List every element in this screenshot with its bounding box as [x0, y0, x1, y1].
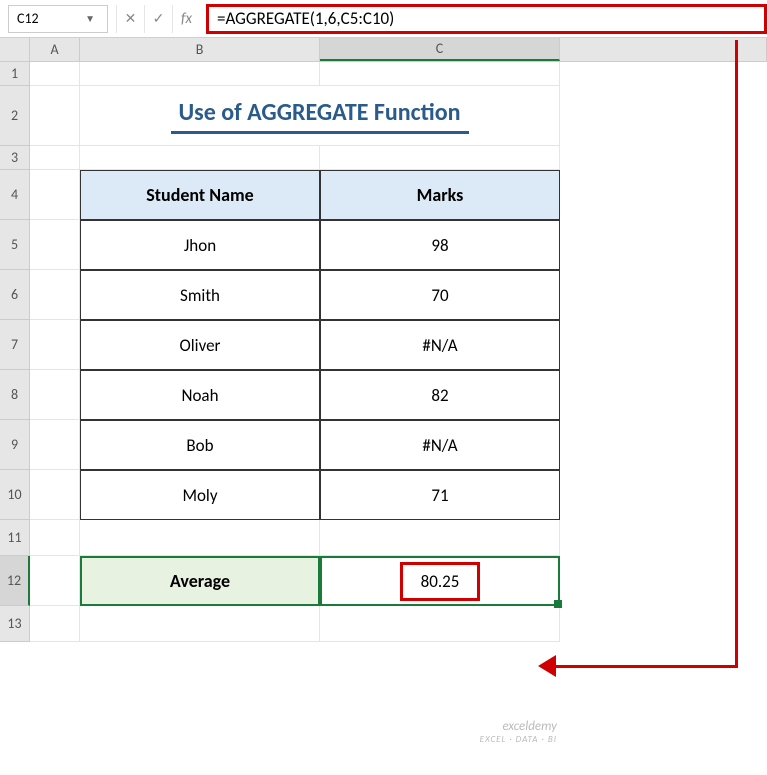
cell-A8[interactable] [30, 370, 80, 420]
row-4: 4 Student Name Marks [0, 170, 767, 220]
cell-A2[interactable] [30, 86, 80, 146]
row-9: 9 Bob #N/A [0, 420, 767, 470]
annotation-arrow-horizontal [550, 665, 738, 668]
cell-A7[interactable] [30, 320, 80, 370]
row-6: 6 Smith 70 [0, 270, 767, 320]
row-header-5[interactable]: 5 [0, 220, 30, 270]
row-10: 10 Moly 71 [0, 470, 767, 520]
row-header-4[interactable]: 4 [0, 170, 30, 220]
enter-icon[interactable]: ✓ [144, 5, 172, 33]
fill-handle[interactable] [554, 600, 562, 608]
cell-C11[interactable] [320, 520, 560, 556]
watermark-brand: exceldemy [480, 719, 557, 734]
row-header-10[interactable]: 10 [0, 470, 30, 520]
row-header-1[interactable]: 1 [0, 62, 30, 86]
column-headers: A B C [0, 38, 767, 62]
row-header-12[interactable]: 12 [0, 556, 30, 606]
cell-B13[interactable] [80, 606, 320, 642]
col-header-C[interactable]: C [320, 38, 560, 61]
row-header-11[interactable]: 11 [0, 520, 30, 556]
average-value: 80.25 [400, 562, 481, 601]
table-row[interactable]: #N/A [320, 420, 560, 470]
average-cell[interactable]: 80.25 [320, 556, 560, 606]
cell-C3[interactable] [320, 146, 560, 170]
chevron-down-icon[interactable]: ▼ [85, 12, 99, 25]
header-marks[interactable]: Marks [320, 170, 560, 220]
header-student-name[interactable]: Student Name [80, 170, 320, 220]
row-12: 12 Average 80.25 [0, 556, 767, 606]
cell-A3[interactable] [30, 146, 80, 170]
cell-B11[interactable] [80, 520, 320, 556]
cell-A1[interactable] [30, 62, 80, 86]
cell-A5[interactable] [30, 220, 80, 270]
table-row[interactable]: 70 [320, 270, 560, 320]
name-box-value: C12 [17, 10, 39, 27]
name-box[interactable]: C12 ▼ [8, 5, 108, 33]
formula-bar-icons: ✕ ✓ fx [116, 5, 200, 33]
formula-bar: C12 ▼ ✕ ✓ fx =AGGREGATE(1,6,C5:C10) [0, 0, 767, 38]
table-row[interactable]: #N/A [320, 320, 560, 370]
table-row[interactable]: Noah [80, 370, 320, 420]
row-header-8[interactable]: 8 [0, 370, 30, 420]
col-header-B[interactable]: B [80, 38, 320, 61]
row-3: 3 [0, 146, 767, 170]
page-title: Use of AGGREGATE Function [171, 98, 469, 134]
row-header-2[interactable]: 2 [0, 86, 30, 146]
row-header-6[interactable]: 6 [0, 270, 30, 320]
cell-A13[interactable] [30, 606, 80, 642]
watermark-tagline: EXCEL · DATA · BI [480, 734, 557, 745]
row-2: 2 Use of AGGREGATE Function [0, 86, 767, 146]
cell-A12[interactable] [30, 556, 80, 606]
average-label[interactable]: Average [80, 556, 320, 606]
annotation-arrow-vertical [735, 40, 738, 668]
table-row[interactable]: 82 [320, 370, 560, 420]
fx-icon[interactable]: fx [172, 5, 200, 33]
row-5: 5 Jhon 98 [0, 220, 767, 270]
table-row[interactable]: Oliver [80, 320, 320, 370]
col-header-A[interactable]: A [30, 38, 80, 61]
row-header-9[interactable]: 9 [0, 420, 30, 470]
row-header-7[interactable]: 7 [0, 320, 30, 370]
annotation-arrow-head-icon [538, 655, 556, 677]
spreadsheet-grid: A B C 1 2 Use of AGGREGATE Function 3 4 … [0, 38, 767, 642]
row-header-13[interactable]: 13 [0, 606, 30, 642]
formula-input[interactable]: =AGGREGATE(1,6,C5:C10) [206, 4, 767, 34]
cell-A9[interactable] [30, 420, 80, 470]
formula-text: =AGGREGATE(1,6,C5:C10) [217, 8, 394, 29]
watermark: exceldemy EXCEL · DATA · BI [480, 719, 557, 745]
select-all-corner[interactable] [0, 38, 30, 61]
cell-B1[interactable] [80, 62, 320, 86]
table-row[interactable]: Bob [80, 420, 320, 470]
row-header-3[interactable]: 3 [0, 146, 30, 170]
row-13: 13 [0, 606, 767, 642]
cell-A10[interactable] [30, 470, 80, 520]
cell-A11[interactable] [30, 520, 80, 556]
row-7: 7 Oliver #N/A [0, 320, 767, 370]
row-11: 11 [0, 520, 767, 556]
cell-B3[interactable] [80, 146, 320, 170]
table-row[interactable]: Jhon [80, 220, 320, 270]
row-1: 1 [0, 62, 767, 86]
table-row[interactable]: 71 [320, 470, 560, 520]
title-cell[interactable]: Use of AGGREGATE Function [80, 86, 560, 146]
table-row[interactable]: 98 [320, 220, 560, 270]
cell-C13[interactable] [320, 606, 560, 642]
cancel-icon[interactable]: ✕ [116, 5, 144, 33]
cell-A6[interactable] [30, 270, 80, 320]
table-row[interactable]: Smith [80, 270, 320, 320]
table-row[interactable]: Moly [80, 470, 320, 520]
cell-A4[interactable] [30, 170, 80, 220]
cell-C1[interactable] [320, 62, 560, 86]
row-8: 8 Noah 82 [0, 370, 767, 420]
